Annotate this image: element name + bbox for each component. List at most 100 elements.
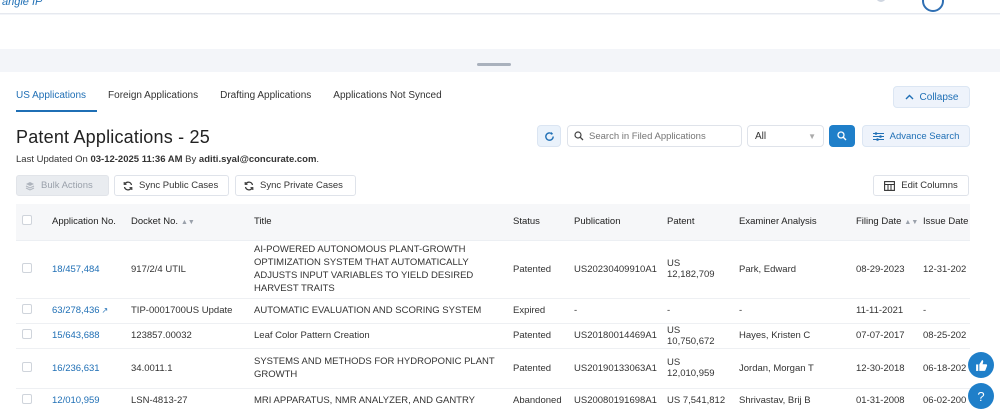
- row-checkbox-cell: [16, 298, 46, 324]
- avatar[interactable]: [922, 0, 944, 12]
- application-no-link[interactable]: 63/278,436: [52, 305, 100, 316]
- tab-us-applications[interactable]: US Applications: [16, 90, 98, 112]
- tab-foreign-applications[interactable]: Foreign Applications: [97, 90, 209, 112]
- updated-by-user: aditi.syal@concurate.com: [198, 154, 317, 165]
- examiner-cell: Hayes, Kristen C: [733, 323, 850, 349]
- issue-date-cell: 12-31-202: [917, 240, 970, 299]
- application-no-cell: 18/457,484: [46, 240, 125, 299]
- application-no-cell: 16/236,631: [46, 348, 125, 389]
- resize-handle[interactable]: [477, 63, 511, 66]
- thumbs-up-icon: [975, 359, 987, 371]
- row-checkbox[interactable]: [22, 262, 32, 273]
- table-header-row: Application No. Docket No. ▲▼ Title Statu…: [16, 204, 970, 241]
- publication-cell: US20180014469A1: [568, 323, 661, 349]
- applications-table: Application No. Docket No. ▲▼ Title Statu…: [16, 204, 970, 411]
- sort-icon[interactable]: ▲▼: [904, 219, 918, 226]
- row-checkbox-cell: [16, 348, 46, 389]
- advance-search-label: Advance Search: [889, 130, 960, 142]
- search-button[interactable]: [829, 125, 855, 147]
- col-title[interactable]: Title: [248, 204, 507, 241]
- updated-datetime: 03-12-2025 11:36 AM: [90, 154, 183, 165]
- tab-applications-not-synced[interactable]: Applications Not Synced: [322, 90, 452, 112]
- bulk-actions-button[interactable]: Bulk Actions: [16, 175, 109, 196]
- tab-bar: US Applications Foreign Applications Dra…: [16, 90, 453, 112]
- row-checkbox[interactable]: [22, 329, 32, 339]
- issue-date-cell: 08-25-202: [917, 323, 970, 349]
- search-icon: [574, 131, 584, 141]
- refresh-icon: [544, 131, 554, 141]
- applications-card: US Applications Foreign Applications Dra…: [0, 72, 1000, 411]
- refresh-button[interactable]: [537, 125, 561, 147]
- updated-suffix: .: [316, 154, 320, 165]
- layers-icon: [25, 181, 35, 191]
- sync-public-cases-label: Sync Public Cases: [139, 180, 219, 191]
- row-checkbox[interactable]: [22, 304, 32, 314]
- help-button[interactable]: ?: [968, 383, 994, 409]
- row-checkbox[interactable]: [22, 361, 32, 372]
- sort-icon[interactable]: ▲▼: [181, 219, 195, 226]
- search-icon: [837, 131, 847, 141]
- application-no-link[interactable]: 12/010,959: [52, 395, 100, 406]
- application-no-link[interactable]: 15/643,688: [52, 330, 100, 341]
- col-publication[interactable]: Publication: [568, 204, 661, 241]
- external-link-icon[interactable]: ↗: [102, 306, 109, 315]
- col-status-label: Status: [513, 216, 540, 228]
- patent-cell: US 12,182,709: [661, 240, 733, 299]
- upper-panel: [0, 15, 1000, 49]
- chevron-down-icon: ▼: [808, 131, 816, 141]
- collapse-button[interactable]: Collapse: [893, 86, 970, 108]
- application-no-link[interactable]: 18/457,484: [52, 264, 100, 275]
- filing-date-cell: 12-30-2018: [850, 348, 917, 389]
- table-row[interactable]: 15/643,688 123857.00032 Leaf Color Patte…: [16, 323, 970, 349]
- app-logo[interactable]: angle IP: [2, 0, 42, 8]
- sync-icon: [123, 181, 133, 190]
- col-filing-date[interactable]: Filing Date ▲▼: [850, 204, 918, 241]
- col-application-no[interactable]: Application No.: [46, 204, 125, 241]
- table-row[interactable]: 12/010,959 LSN-4813-27 MRI APPARATUS, NM…: [16, 388, 970, 411]
- docket-no-cell: 917/2/4 UTIL: [125, 240, 248, 299]
- col-patent-label: Patent: [667, 216, 695, 228]
- last-updated-text: Last Updated On 03-12-2025 11:36 AM By a…: [16, 154, 319, 165]
- docket-no-cell: 34.0011.1: [125, 348, 248, 389]
- search-input[interactable]: [589, 130, 739, 142]
- publication-cell: US20080191698A1: [568, 388, 661, 411]
- patent-cell: US 7,541,812: [661, 388, 733, 411]
- edit-columns-button[interactable]: Edit Columns: [873, 175, 969, 196]
- row-checkbox-cell: [16, 323, 46, 349]
- application-no-link[interactable]: 16/236,631: [52, 363, 100, 374]
- sync-private-cases-button[interactable]: Sync Private Cases: [235, 175, 356, 196]
- tab-drafting-applications[interactable]: Drafting Applications: [209, 90, 322, 112]
- status-cell: Expired: [507, 298, 568, 324]
- advance-search-button[interactable]: Advance Search: [862, 125, 970, 147]
- top-app-bar: angle IP: [0, 0, 1000, 14]
- updated-prefix: Last Updated On: [16, 154, 91, 165]
- examiner-cell: Park, Edward: [733, 240, 850, 299]
- updated-by-prefix: By: [182, 154, 199, 165]
- title-cell: AUTOMATIC EVALUATION AND SCORING SYSTEM: [248, 298, 507, 324]
- patent-cell: US 10,750,672: [661, 323, 733, 349]
- publication-cell: US20190133063A1: [568, 348, 661, 389]
- col-filing-date-label: Filing Date: [856, 216, 902, 228]
- sync-icon: [244, 181, 254, 190]
- col-publication-label: Publication: [574, 216, 621, 228]
- filing-date-cell: 11-11-2021: [850, 298, 917, 324]
- table-row[interactable]: 16/236,631 34.0011.1 SYSTEMS AND METHODS…: [16, 348, 970, 389]
- col-examiner-analysis-label: Examiner Analysis: [739, 216, 817, 228]
- table-row[interactable]: 63/278,436 ↗ TIP-0001700US Update AUTOMAT…: [16, 298, 970, 324]
- filter-select[interactable]: All ▼: [747, 125, 824, 147]
- col-issue-date[interactable]: Issue Date: [917, 204, 970, 241]
- notification-icon[interactable]: [876, 0, 886, 2]
- col-examiner-analysis[interactable]: Examiner Analysis: [733, 204, 850, 241]
- row-checkbox[interactable]: [22, 394, 32, 404]
- filter-select-value: All: [755, 130, 767, 142]
- col-docket-no[interactable]: Docket No. ▲▼: [125, 204, 248, 241]
- col-status[interactable]: Status: [507, 204, 568, 241]
- examiner-cell: Jordan, Morgan T: [733, 348, 850, 389]
- feedback-button[interactable]: [968, 352, 994, 378]
- search-field[interactable]: [567, 125, 742, 147]
- col-patent[interactable]: Patent: [661, 204, 733, 241]
- sync-public-cases-button[interactable]: Sync Public Cases: [114, 175, 229, 196]
- select-all-checkbox[interactable]: [22, 215, 32, 226]
- table-row[interactable]: 18/457,484 917/2/4 UTIL AI-POWERED AUTON…: [16, 240, 970, 299]
- help-icon: ?: [977, 388, 985, 404]
